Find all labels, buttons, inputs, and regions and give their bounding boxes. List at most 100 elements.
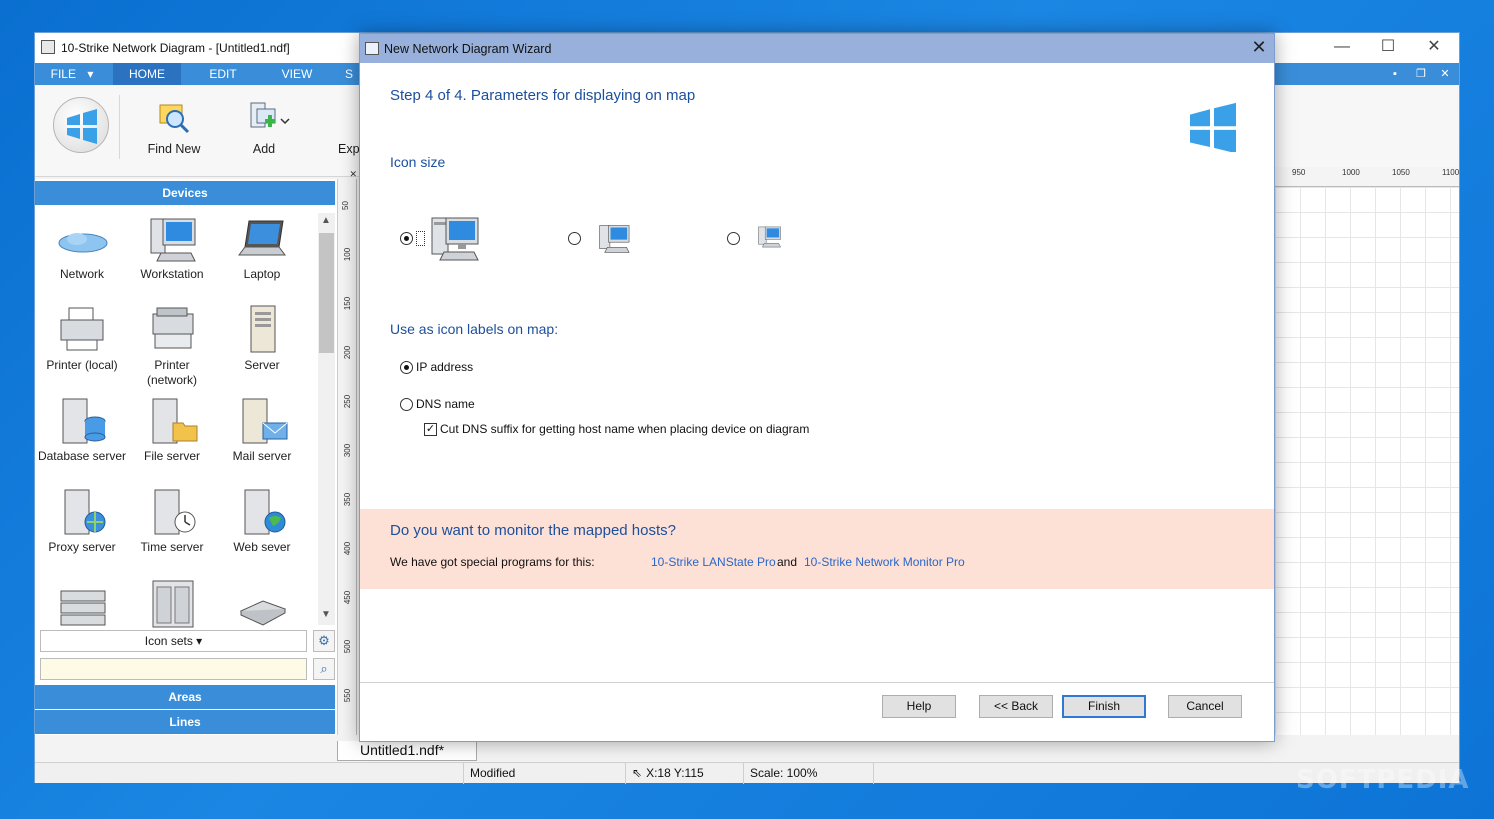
icon-size-large-radio[interactable]: [400, 232, 413, 245]
cursor-icon: ⇖: [632, 766, 643, 780]
promo-text: We have got special programs for this:: [390, 555, 595, 569]
scroll-up-icon[interactable]: ▲: [321, 215, 331, 226]
proxy-server-icon: [64, 489, 106, 535]
close-button[interactable]: ✕: [1411, 33, 1457, 63]
ip-address-label[interactable]: IP address: [416, 360, 473, 374]
device-item[interactable]: Laptop: [217, 211, 307, 301]
icon-size-medium-radio[interactable]: [568, 232, 581, 245]
ruler-tick-label: 1050: [1392, 168, 1410, 177]
horizontal-ruler: 950 1000 1050 1100: [1275, 167, 1459, 187]
device-item[interactable]: Network: [37, 211, 127, 301]
tab-partial[interactable]: S: [339, 63, 359, 85]
devices-header[interactable]: Devices: [35, 181, 335, 205]
mdi-restore-button[interactable]: ❐: [1413, 66, 1429, 82]
labels-heading: Use as icon labels on map:: [390, 321, 559, 337]
device-item[interactable]: Proxy server: [37, 484, 127, 574]
vertical-ruler: 50 100 150 200 250 300 350 400 450 500 550: [337, 179, 357, 735]
device-label: Laptop: [243, 267, 281, 281]
maximize-button[interactable]: ☐: [1365, 33, 1411, 63]
workstation-medium-icon: [599, 225, 630, 253]
wizard-close-button[interactable]: ✕: [1246, 36, 1272, 60]
help-button[interactable]: Help: [882, 695, 956, 718]
wizard-divider: [360, 682, 1274, 683]
back-button[interactable]: << Back: [979, 695, 1053, 718]
search-icon[interactable]: ⌕: [313, 658, 335, 680]
device-item[interactable]: Mail server: [217, 393, 307, 483]
cut-dns-label[interactable]: Cut DNS suffix for getting host name whe…: [440, 422, 809, 436]
wizard-title: New Network Diagram Wizard: [384, 42, 552, 56]
mail-server-icon: [242, 398, 288, 444]
cancel-button[interactable]: Cancel: [1168, 695, 1242, 718]
tab-file-label: FILE: [50, 67, 76, 81]
wizard-titlebar[interactable]: New Network Diagram Wizard ✕: [360, 34, 1274, 63]
scroll-down-icon[interactable]: ▼: [321, 609, 331, 620]
tab-file[interactable]: FILE ▾: [43, 63, 101, 85]
server-icon: [250, 305, 276, 353]
app-title: 10-Strike Network Diagram - [Untitled1.n…: [61, 41, 290, 55]
dns-name-label[interactable]: DNS name: [416, 397, 475, 411]
status-divider: [873, 763, 883, 784]
focus-rect: [416, 231, 425, 246]
mdi-minimize-button[interactable]: ▪: [1387, 66, 1403, 82]
windows-logo-icon: [67, 109, 97, 144]
wizard-app-icon: [365, 42, 379, 55]
wizard-dialog: New Network Diagram Wizard ✕ Step 4 of 4…: [359, 33, 1275, 742]
icon-size-small-radio[interactable]: [727, 232, 740, 245]
windows-logo-icon: [1190, 102, 1236, 152]
tab-edit[interactable]: EDIT: [191, 63, 255, 85]
device-item[interactable]: Web sever: [217, 484, 307, 574]
diagram-canvas[interactable]: [1275, 187, 1459, 735]
export-button-partial[interactable]: Exp: [338, 142, 360, 156]
device-item[interactable]: Printer (network): [127, 302, 217, 392]
device-item[interactable]: Workstation: [127, 211, 217, 301]
document-tab[interactable]: Untitled1.ndf*: [337, 741, 477, 761]
panel-close-icon[interactable]: ✕: [337, 169, 357, 179]
device-search-input[interactable]: [40, 658, 307, 680]
lanstate-link[interactable]: 10-Strike LANState Pro: [651, 555, 776, 569]
mdi-close-button[interactable]: ✕: [1437, 66, 1453, 82]
chevron-down-icon: ▾: [87, 67, 94, 81]
device-label: Printer (local): [46, 358, 118, 372]
device-item[interactable]: Time server: [127, 484, 217, 574]
device-label: Printer (network): [146, 358, 197, 387]
add-device-icon: [250, 102, 290, 128]
device-item[interactable]: Printer (local): [37, 302, 127, 392]
minimize-button[interactable]: —: [1319, 33, 1365, 63]
ip-address-radio[interactable]: [400, 361, 413, 374]
device-label: Server: [244, 358, 280, 372]
tab-view[interactable]: VIEW: [265, 63, 329, 85]
device-item[interactable]: Server: [217, 302, 307, 392]
workstation-small-icon: [758, 226, 781, 248]
lines-header[interactable]: Lines: [35, 710, 335, 734]
tab-home[interactable]: HOME: [113, 63, 181, 85]
network-monitor-link[interactable]: 10-Strike Network Monitor Pro: [804, 555, 965, 569]
device-label: Network: [59, 267, 104, 281]
add-label: Add: [252, 142, 276, 156]
device-scroll-thumb[interactable]: [319, 233, 334, 353]
dns-name-radio[interactable]: [400, 398, 413, 411]
device-item[interactable]: Database server: [37, 393, 127, 483]
network-printer-icon: [152, 307, 194, 349]
cut-dns-checkbox[interactable]: ✓: [424, 423, 437, 436]
ruler-tick-label: 550: [343, 688, 353, 703]
router-icon: [239, 600, 287, 626]
icon-sets-dropdown[interactable]: Icon sets ▾: [40, 630, 307, 652]
status-coords: ⇖ X:18 Y:115: [625, 763, 743, 784]
app-menu-button[interactable]: [53, 97, 109, 153]
add-button[interactable]: Add: [229, 99, 299, 161]
icon-settings-icon[interactable]: ⚙: [313, 630, 335, 652]
device-item[interactable]: File server: [127, 393, 217, 483]
database-server-icon: [62, 398, 106, 444]
find-new-button[interactable]: Find New: [139, 99, 209, 161]
ruler-tick-label: 1000: [1342, 168, 1360, 177]
status-scale: Scale: 100%: [743, 763, 873, 784]
rack-icon: [152, 580, 194, 628]
cloud-icon: [58, 233, 108, 253]
watermark: SOFTPEDIA: [1296, 765, 1470, 795]
printer-icon: [60, 307, 104, 351]
areas-header[interactable]: Areas: [35, 685, 335, 709]
icon-size-heading: Icon size: [390, 154, 446, 170]
finish-button[interactable]: Finish: [1062, 695, 1146, 718]
find-new-icon: [159, 104, 190, 134]
ruler-tick-label: 150: [343, 296, 353, 311]
